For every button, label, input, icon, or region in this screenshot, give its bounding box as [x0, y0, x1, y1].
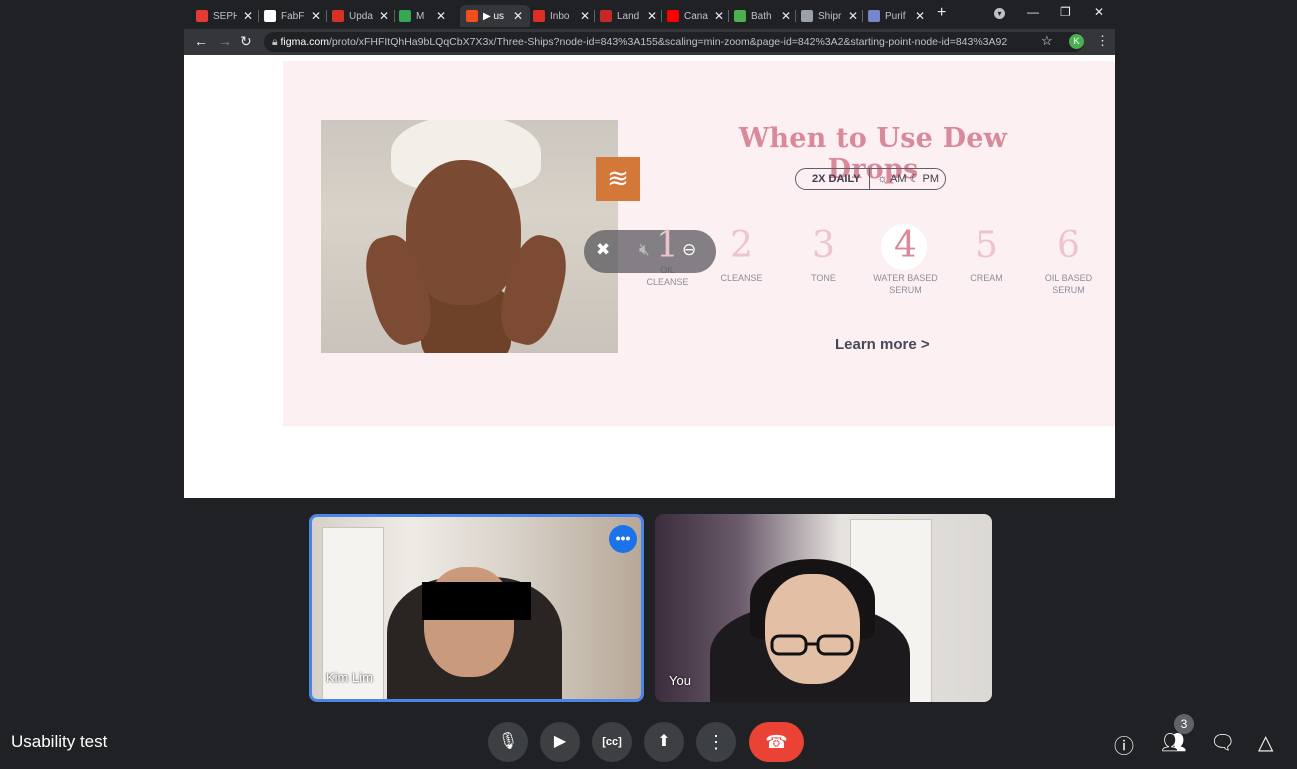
participant-count-badge: 3 [1174, 714, 1194, 734]
browser-tab[interactable]: Shipr ✕ [801, 5, 863, 27]
model-photo [321, 120, 618, 353]
hang-up-icon: ☎︎ [765, 732, 788, 752]
redaction-box [422, 582, 531, 620]
microphone-button[interactable]: 🎙︎ [488, 722, 528, 762]
present-screen-icon: ⬆︎ [657, 733, 671, 750]
tab-favicon-icon [734, 10, 746, 22]
step-item[interactable]: 1OIL CLEANSE [630, 226, 705, 288]
participant-tile[interactable]: ••• Kim Lim [309, 514, 644, 702]
meeting-title: Usability test [11, 732, 108, 751]
address-bar: ← → ↻ 🔒︎ figma.com/proto/xFHFItQhHa9bLQq… [184, 29, 1115, 55]
close-tab-icon[interactable]: ✕ [436, 9, 446, 23]
tab-favicon-icon [196, 10, 208, 22]
bookmark-star-icon[interactable]: ☆ [1041, 33, 1053, 49]
unpin-icon[interactable]: ✖︎ [596, 240, 610, 260]
frequency-label: 2X DAILY [796, 169, 870, 189]
present-button[interactable]: ⬆︎ [644, 722, 684, 762]
browser-tab[interactable]: Bath ✕ [734, 5, 796, 27]
restore-icon[interactable]: ❐ [1060, 5, 1071, 19]
browser-tab-active[interactable]: ▶ us ✕ [460, 5, 530, 27]
tab-search-icon[interactable]: ▾ [994, 8, 1005, 19]
browser-tab[interactable]: Land ✕ [600, 5, 662, 27]
close-tab-icon[interactable]: ✕ [781, 9, 791, 23]
url-field[interactable]: 🔒︎ figma.com/proto/xFHFItQhHa9bLQqCbX7X3… [264, 32, 1084, 52]
participant-name: You [669, 673, 691, 688]
captions-icon: [cc] [602, 736, 622, 748]
back-icon[interactable]: ← [194, 33, 208, 49]
step-item[interactable]: 5 CREAM [949, 226, 1024, 284]
close-tab-icon[interactable]: ✕ [580, 9, 590, 23]
participant-name: Kim Lim [326, 670, 373, 685]
prototype-frame: ≋ When to Use Dew Drops 2X DAILY ☼ AM ☾ … [283, 61, 1115, 426]
camera-button[interactable]: ▶︎ [540, 722, 580, 762]
reload-icon[interactable]: ↻ [240, 33, 252, 50]
tab-favicon-icon [868, 10, 880, 22]
close-window-icon[interactable]: ✕ [1094, 5, 1104, 19]
new-tab-button[interactable]: + [937, 4, 946, 22]
browser-tab[interactable]: FabFi ✕ [264, 5, 326, 27]
meeting-info-icon[interactable]: ⓘ [1114, 730, 1134, 759]
browser-tab[interactable]: Cana ✕ [667, 5, 729, 27]
more-options-icon[interactable]: ••• [609, 525, 637, 553]
learn-more-link[interactable]: Learn more > [835, 336, 930, 353]
captions-button[interactable]: [cc] [592, 722, 632, 762]
close-tab-icon[interactable]: ✕ [714, 9, 724, 23]
figma-icon [466, 10, 478, 22]
camera-icon: ▶︎ [553, 733, 567, 750]
leave-call-button[interactable]: ☎︎ [749, 722, 804, 762]
microphone-icon: 🎙︎ [497, 733, 519, 750]
close-tab-icon[interactable]: ✕ [848, 9, 858, 23]
usage-frequency-pill: 2X DAILY ☼ AM ☾ PM [795, 168, 947, 190]
glasses [770, 634, 854, 656]
tab-favicon-icon [667, 10, 679, 22]
close-tab-icon[interactable]: ✕ [647, 9, 657, 23]
tab-favicon-icon [801, 10, 813, 22]
gmail-icon [332, 10, 344, 22]
browser-menu-icon[interactable]: ⋮ [1096, 33, 1109, 49]
wave-menu-icon[interactable]: ≋ [596, 157, 640, 201]
am-pm-label: ☼ AM ☾ PM [877, 173, 940, 185]
tab-favicon-icon [264, 10, 276, 22]
close-tab-icon[interactable]: ✕ [513, 9, 523, 23]
self-video-tile[interactable]: You [655, 514, 992, 702]
meet-icon [399, 10, 411, 22]
close-tab-icon[interactable]: ✕ [915, 9, 925, 23]
browser-tab[interactable]: Upda ✕ [332, 5, 394, 27]
lock-icon: 🔒︎ [272, 36, 281, 48]
step-item[interactable]: 2 CLEANSE [704, 226, 779, 284]
browser-tab[interactable]: Inbo ✕ [533, 5, 595, 27]
shared-screen: ≋ When to Use Dew Drops 2X DAILY ☼ AM ☾ … [184, 55, 1115, 498]
activities-icon[interactable]: △ [1258, 730, 1273, 755]
more-vert-icon: ⋮ [707, 732, 725, 752]
chat-icon[interactable]: 🗨︎ [1210, 730, 1235, 755]
step-item[interactable]: 3 TONE [786, 226, 861, 284]
close-tab-icon[interactable]: ✕ [243, 9, 253, 23]
browser-tab[interactable]: Purif ✕ [868, 5, 930, 27]
step-item-active[interactable]: 4 WATER BASED SERUM [868, 224, 943, 296]
more-options-button[interactable]: ⋮ [696, 722, 736, 762]
profile-avatar[interactable]: K [1069, 34, 1084, 49]
browser-tab-strip: SEPH ✕ FabFi ✕ Upda ✕ M ✕ ▶ us ✕ Inbo ✕ Land ✕ … [184, 0, 1115, 30]
gmail-icon [533, 10, 545, 22]
minimize-icon[interactable]: — [1027, 5, 1039, 19]
step-item[interactable]: 6 OIL BASED SERUM [1031, 226, 1106, 296]
close-tab-icon[interactable]: ✕ [379, 9, 389, 23]
forward-icon[interactable]: → [218, 33, 232, 49]
close-tab-icon[interactable]: ✕ [311, 9, 321, 23]
tab-favicon-icon [600, 10, 612, 22]
browser-tab[interactable]: M ✕ [399, 5, 454, 27]
browser-tab[interactable]: SEPH ✕ [196, 5, 258, 27]
